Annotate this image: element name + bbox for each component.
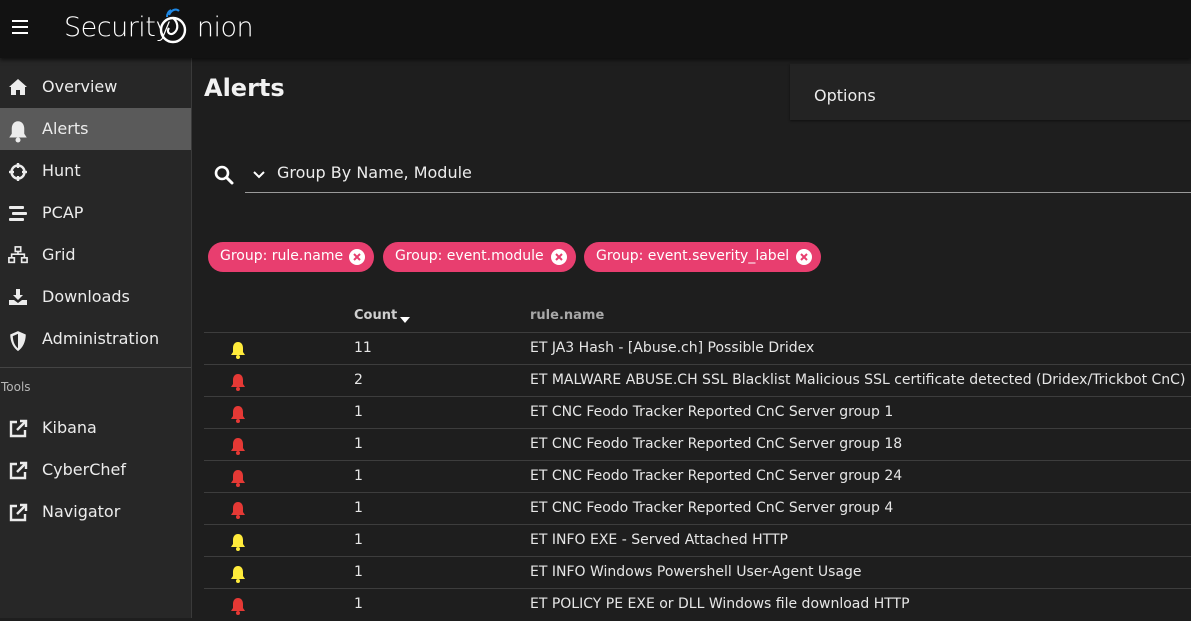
rule-name: ET POLICY PE EXE or DLL Windows file dow… bbox=[530, 596, 910, 612]
sidebar-item-label: PCAP bbox=[42, 203, 84, 222]
alert-count: 1 bbox=[354, 532, 363, 548]
rule-name: ET JA3 Hash - [Abuse.ch] Possible Dridex bbox=[530, 340, 815, 356]
table-row[interactable]: 1 ET INFO EXE - Served Attached HTTP bbox=[204, 524, 1191, 557]
sitemap-icon bbox=[8, 246, 28, 264]
table-row[interactable]: 1 ET INFO Windows Powershell User-Agent U… bbox=[204, 556, 1191, 589]
alert-count: 1 bbox=[354, 468, 363, 484]
table-row[interactable]: 1 ET CNC Feodo Tracker Reported CnC Serve… bbox=[204, 396, 1191, 429]
alert-count: 1 bbox=[354, 436, 363, 452]
sidebar-item-alerts[interactable]: Alerts bbox=[0, 108, 191, 150]
severity-bell-icon bbox=[230, 469, 246, 487]
sidebar-nav: Overview Alerts Hunt PCAP Grid Downloads Admin… bbox=[0, 58, 192, 618]
sidebar-divider bbox=[0, 367, 191, 368]
sidebar-item-hunt[interactable]: Hunt bbox=[0, 150, 191, 192]
table-row[interactable]: 1 ET POLICY PE EXE or DLL Windows file do… bbox=[204, 588, 1191, 621]
sidebar-item-label: Alerts bbox=[42, 119, 89, 138]
stream-icon bbox=[8, 204, 28, 222]
sidebar-item-label: Kibana bbox=[42, 418, 97, 437]
shield-icon bbox=[8, 330, 28, 352]
close-circle-icon[interactable] bbox=[796, 249, 812, 265]
rule-name: ET CNC Feodo Tracker Reported CnC Server… bbox=[530, 436, 903, 452]
options-label: Options bbox=[814, 86, 876, 105]
sidebar-item-administration[interactable]: Administration bbox=[0, 318, 191, 360]
sidebar-item-label: Overview bbox=[42, 77, 118, 96]
alert-count: 1 bbox=[354, 596, 363, 612]
severity-bell-icon bbox=[230, 597, 246, 615]
severity-bell-icon bbox=[230, 501, 246, 519]
filter-chip[interactable]: Group: event.module bbox=[383, 242, 576, 272]
sidebar-item-label: Downloads bbox=[42, 287, 130, 306]
sidebar-item-cyberchef[interactable]: CyberChef bbox=[0, 449, 191, 491]
external-link-icon bbox=[8, 419, 28, 438]
brand-text-suffix: nion bbox=[196, 12, 254, 43]
home-icon bbox=[8, 78, 28, 96]
external-link-icon bbox=[8, 503, 28, 522]
filter-chip[interactable]: Group: rule.name bbox=[208, 242, 374, 272]
search-icon[interactable] bbox=[214, 165, 234, 185]
alert-count: 1 bbox=[354, 404, 363, 420]
query-value: Group By Name, Module bbox=[277, 163, 472, 182]
filter-chip-label: Group: event.severity_label bbox=[596, 248, 790, 264]
rule-name: ET CNC Feodo Tracker Reported CnC Server… bbox=[530, 500, 894, 516]
page-title: Alerts bbox=[204, 74, 285, 102]
rule-name: ET CNC Feodo Tracker Reported CnC Server… bbox=[530, 404, 894, 420]
column-header-rule-name[interactable]: rule.name bbox=[530, 308, 604, 323]
sidebar-item-downloads[interactable]: Downloads bbox=[0, 276, 191, 318]
rule-name: ET CNC Feodo Tracker Reported CnC Server… bbox=[530, 468, 903, 484]
severity-bell-icon bbox=[230, 565, 246, 583]
rule-name: ET MALWARE ABUSE.CH SSL Blacklist Malici… bbox=[530, 372, 1186, 388]
hamburger-menu-icon[interactable] bbox=[12, 20, 28, 34]
alert-count: 1 bbox=[354, 564, 363, 580]
filter-chip[interactable]: Group: event.severity_label bbox=[584, 242, 821, 272]
onion-logo-icon bbox=[159, 8, 187, 44]
top-app-bar: Security nion bbox=[0, 0, 1191, 58]
severity-bell-icon bbox=[230, 373, 246, 391]
external-link-icon bbox=[8, 461, 28, 480]
sidebar-item-pcap[interactable]: PCAP bbox=[0, 192, 191, 234]
alert-count: 11 bbox=[354, 340, 372, 356]
bell-icon bbox=[8, 120, 28, 143]
options-panel-header[interactable]: Options bbox=[790, 64, 1191, 120]
alert-count: 2 bbox=[354, 372, 363, 388]
crosshairs-icon bbox=[8, 162, 28, 181]
sidebar-item-label: Navigator bbox=[42, 502, 121, 521]
table-row[interactable]: 2 ET MALWARE ABUSE.CH SSL Blacklist Malic… bbox=[204, 364, 1191, 397]
close-circle-icon[interactable] bbox=[551, 249, 567, 265]
filter-chip-label: Group: rule.name bbox=[220, 248, 344, 264]
sidebar-item-overview[interactable]: Overview bbox=[0, 66, 191, 108]
sidebar-item-label: Administration bbox=[42, 329, 160, 348]
table-row[interactable]: 1 ET CNC Feodo Tracker Reported CnC Serve… bbox=[204, 428, 1191, 461]
sidebar-item-label: CyberChef bbox=[42, 460, 127, 479]
brand-text: Security bbox=[64, 12, 171, 43]
severity-bell-icon bbox=[230, 437, 246, 455]
column-header-count[interactable]: Count bbox=[354, 308, 397, 323]
sidebar-item-label: Hunt bbox=[42, 161, 81, 180]
chevron-down-icon[interactable] bbox=[252, 170, 266, 180]
severity-bell-icon bbox=[230, 533, 246, 551]
alert-count: 1 bbox=[354, 500, 363, 516]
filter-chip-label: Group: event.module bbox=[395, 248, 544, 264]
rule-name: ET INFO EXE - Served Attached HTTP bbox=[530, 532, 788, 548]
close-circle-icon[interactable] bbox=[349, 249, 365, 265]
sidebar-item-grid[interactable]: Grid bbox=[0, 234, 191, 276]
table-row[interactable]: 1 ET CNC Feodo Tracker Reported CnC Serve… bbox=[204, 460, 1191, 493]
sort-desc-icon[interactable] bbox=[399, 316, 411, 324]
severity-bell-icon bbox=[230, 405, 246, 423]
rule-name: ET INFO Windows Powershell User-Agent Us… bbox=[530, 564, 862, 580]
sidebar-item-navigator[interactable]: Navigator bbox=[0, 491, 191, 533]
severity-bell-icon bbox=[230, 341, 246, 359]
table-row[interactable]: 11 ET JA3 Hash - [Abuse.ch] Possible Drid… bbox=[204, 332, 1191, 365]
table-row[interactable]: 1 ET CNC Feodo Tracker Reported CnC Serve… bbox=[204, 492, 1191, 525]
download-icon bbox=[8, 288, 28, 306]
sidebar-item-kibana[interactable]: Kibana bbox=[0, 407, 191, 449]
sidebar-item-label: Grid bbox=[42, 245, 76, 264]
tools-section-label: Tools bbox=[1, 380, 31, 394]
